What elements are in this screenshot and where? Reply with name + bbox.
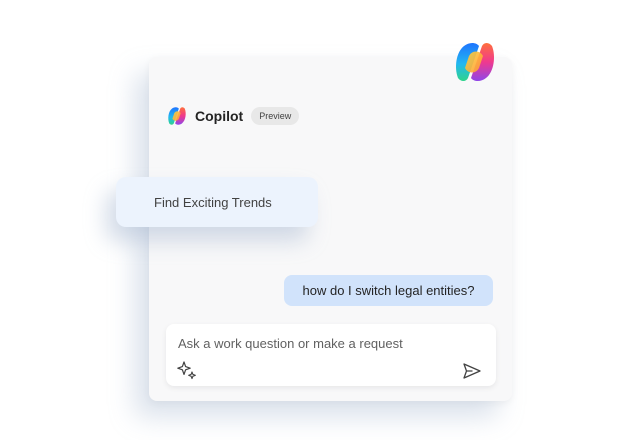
chat-input[interactable] <box>178 334 478 352</box>
suggestion-label: Find Exciting Trends <box>154 194 272 210</box>
sparkle-icon[interactable] <box>176 360 198 382</box>
send-icon[interactable] <box>462 362 482 380</box>
user-message-text: how do I switch legal entities? <box>302 283 475 298</box>
preview-badge: Preview <box>251 107 300 125</box>
chat-composer <box>166 324 496 386</box>
copilot-brand-logo <box>456 43 494 81</box>
user-message-bubble: how do I switch legal entities? <box>284 275 493 306</box>
suggestion-card[interactable]: Find Exciting Trends <box>116 177 318 227</box>
copilot-logo-icon <box>168 107 186 125</box>
panel-header: Copilot Preview <box>166 104 300 128</box>
app-title: Copilot <box>195 108 244 124</box>
